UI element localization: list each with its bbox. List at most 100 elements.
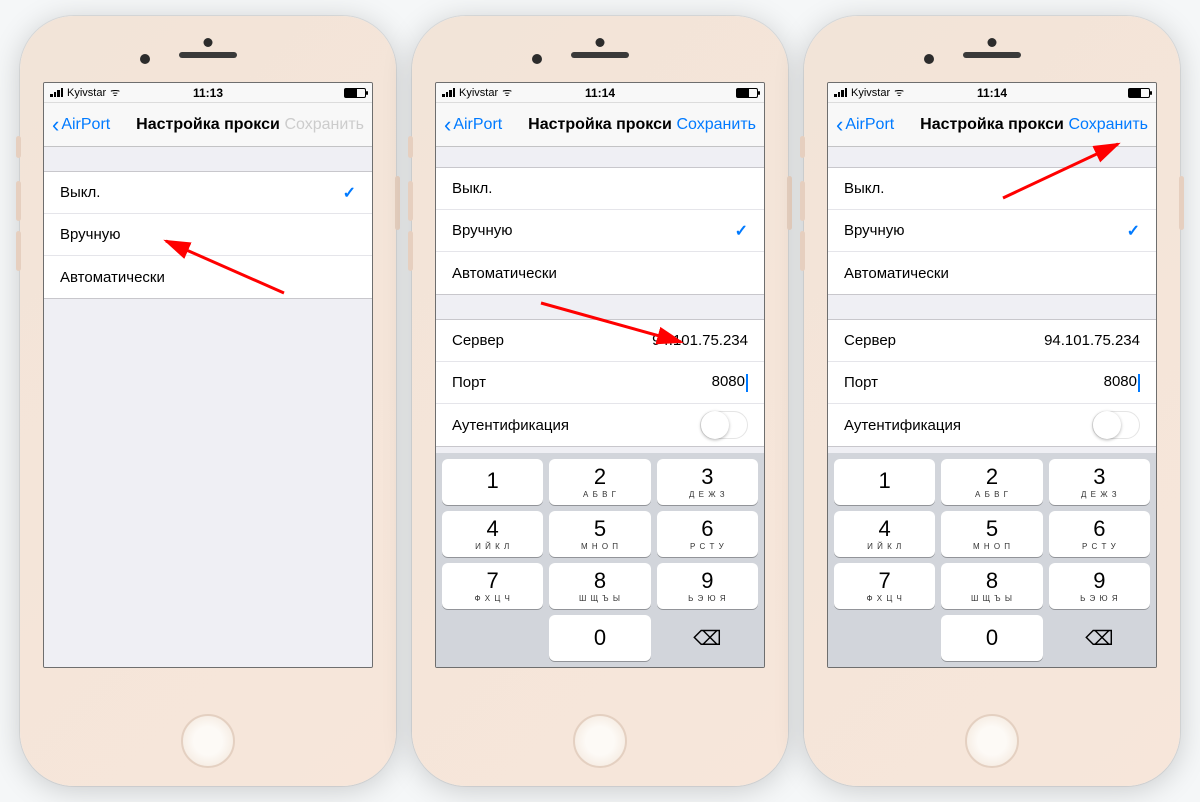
port-value: 8080 xyxy=(712,373,748,391)
proxy-mode-off[interactable]: Выкл. xyxy=(828,168,1156,210)
backspace-icon: ⌫ xyxy=(693,626,721,651)
proxy-mode-manual[interactable]: Вручную xyxy=(44,214,372,256)
nav-bar: ‹ AirPort Настройка прокси Сохранить xyxy=(44,103,372,147)
port-row[interactable]: Порт 8080 xyxy=(828,362,1156,404)
front-camera xyxy=(532,54,542,64)
proxy-mode-off-label: Выкл. xyxy=(844,180,884,197)
proxy-settings-group: Сервер 94.101.75.234 Порт 8080 Аутентифи… xyxy=(828,319,1156,447)
proxy-mode-off-label: Выкл. xyxy=(452,180,492,197)
proxy-mode-off[interactable]: Выкл. xyxy=(44,172,372,214)
key-6[interactable]: 6Р С Т У xyxy=(1049,511,1150,557)
back-button[interactable]: ‹ AirPort xyxy=(444,114,502,136)
front-camera xyxy=(924,54,934,64)
battery-icon xyxy=(736,88,758,98)
wifi-icon: ᯤ xyxy=(894,85,904,100)
proxy-mode-auto-label: Автоматически xyxy=(844,265,949,282)
proxy-mode-manual-label: Вручную xyxy=(844,222,905,239)
key-1[interactable]: 1 xyxy=(834,459,935,505)
key-8[interactable]: 8Ш Щ Ъ Ы xyxy=(549,563,650,609)
volume-up-button xyxy=(408,181,413,221)
save-button[interactable]: Сохранить xyxy=(284,116,364,134)
battery-icon xyxy=(1128,88,1150,98)
key-2[interactable]: 2А Б В Г xyxy=(549,459,650,505)
port-label: Порт xyxy=(452,374,486,391)
home-button[interactable] xyxy=(573,714,627,768)
auth-row[interactable]: Аутентификация xyxy=(436,404,764,446)
key-6[interactable]: 6Р С Т У xyxy=(657,511,758,557)
content: Выкл. Вручную Автоматически Сервер 94.10… xyxy=(436,147,764,667)
proxy-mode-manual[interactable]: Вручную xyxy=(436,210,764,252)
key-7[interactable]: 7Ф Х Ц Ч xyxy=(834,563,935,609)
server-row[interactable]: Сервер 94.101.75.234 xyxy=(828,320,1156,362)
key-0[interactable]: 0 xyxy=(549,615,650,661)
power-button xyxy=(395,176,400,230)
port-row[interactable]: Порт 8080 xyxy=(436,362,764,404)
proxy-mode-off[interactable]: Выкл. xyxy=(436,168,764,210)
speaker-grille xyxy=(179,52,237,58)
key-blank xyxy=(442,615,543,661)
wifi-icon: ᯤ xyxy=(110,85,120,100)
key-8[interactable]: 8Ш Щ Ъ Ы xyxy=(941,563,1042,609)
signal-icon xyxy=(50,88,63,97)
power-button xyxy=(1179,176,1184,230)
proxy-mode-group: Выкл. Вручную Автоматически xyxy=(436,167,764,295)
key-3[interactable]: 3Д Е Ж З xyxy=(657,459,758,505)
signal-icon xyxy=(442,88,455,97)
battery-icon xyxy=(344,88,366,98)
content: Выкл. Вручную Автоматически Сервер 94.10… xyxy=(828,147,1156,667)
carrier-label: Kyivstar xyxy=(459,87,498,99)
speaker-grille xyxy=(963,52,1021,58)
key-5[interactable]: 5М Н О П xyxy=(941,511,1042,557)
proxy-mode-auto[interactable]: Автоматически xyxy=(44,256,372,298)
server-label: Сервер xyxy=(452,332,504,349)
proxy-settings-group: Сервер 94.101.75.234 Порт 8080 Аутентифи… xyxy=(436,319,764,447)
key-7[interactable]: 7Ф Х Ц Ч xyxy=(442,563,543,609)
status-bar: Kyivstar ᯤ 11:13 xyxy=(44,83,372,103)
proxy-mode-auto[interactable]: Автоматически xyxy=(828,252,1156,294)
back-button[interactable]: ‹ AirPort xyxy=(52,114,110,136)
volume-up-button xyxy=(800,181,805,221)
key-0[interactable]: 0 xyxy=(941,615,1042,661)
key-2[interactable]: 2А Б В Г xyxy=(941,459,1042,505)
key-9[interactable]: 9Ь Э Ю Я xyxy=(1049,563,1150,609)
status-bar: Kyivstar ᯤ 11:14 xyxy=(436,83,764,103)
proxy-mode-off-label: Выкл. xyxy=(60,184,100,201)
power-button xyxy=(787,176,792,230)
key-delete[interactable]: ⌫ xyxy=(657,615,758,661)
auth-toggle[interactable] xyxy=(1092,411,1140,439)
key-delete[interactable]: ⌫ xyxy=(1049,615,1150,661)
key-4[interactable]: 4И Й К Л xyxy=(442,511,543,557)
server-row[interactable]: Сервер 94.101.75.234 xyxy=(436,320,764,362)
front-camera xyxy=(140,54,150,64)
key-5[interactable]: 5М Н О П xyxy=(549,511,650,557)
save-button[interactable]: Сохранить xyxy=(676,116,756,134)
proxy-mode-manual-label: Вручную xyxy=(60,226,121,243)
back-label: AirPort xyxy=(453,116,502,134)
clock: 11:13 xyxy=(193,86,223,100)
auth-row[interactable]: Аутентификация xyxy=(828,404,1156,446)
proxy-mode-auto-label: Автоматически xyxy=(452,265,557,282)
auth-label: Аутентификация xyxy=(844,417,961,434)
back-button[interactable]: ‹ AirPort xyxy=(836,114,894,136)
carrier-label: Kyivstar xyxy=(67,87,106,99)
numeric-keypad: 1 2А Б В Г 3Д Е Ж З 4И Й К Л 5М Н О П 6Р… xyxy=(828,453,1156,667)
content: Выкл. Вручную Автоматически xyxy=(44,147,372,667)
proxy-mode-manual-label: Вручную xyxy=(452,222,513,239)
checkmark-icon xyxy=(343,183,356,203)
screen: Kyivstar ᯤ 11:14 ‹ AirPort Настройка про… xyxy=(435,82,765,668)
back-label: AirPort xyxy=(61,116,110,134)
save-button[interactable]: Сохранить xyxy=(1068,116,1148,134)
chevron-left-icon: ‹ xyxy=(444,114,451,136)
key-1[interactable]: 1 xyxy=(442,459,543,505)
home-button[interactable] xyxy=(181,714,235,768)
key-9[interactable]: 9Ь Э Ю Я xyxy=(657,563,758,609)
volume-down-button xyxy=(408,231,413,271)
key-4[interactable]: 4И Й К Л xyxy=(834,511,935,557)
proxy-mode-auto[interactable]: Автоматически xyxy=(436,252,764,294)
home-button[interactable] xyxy=(965,714,1019,768)
checkmark-icon xyxy=(1127,221,1140,241)
auth-toggle[interactable] xyxy=(700,411,748,439)
proxy-mode-manual[interactable]: Вручную xyxy=(828,210,1156,252)
key-3[interactable]: 3Д Е Ж З xyxy=(1049,459,1150,505)
proxy-mode-auto-label: Автоматически xyxy=(60,269,165,286)
